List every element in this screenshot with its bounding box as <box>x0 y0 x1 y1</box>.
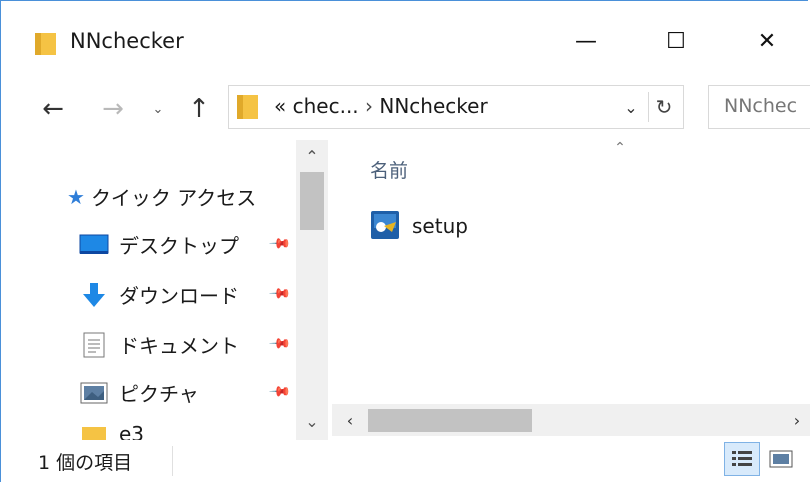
up-button[interactable]: ↑ <box>182 92 216 126</box>
item-count: 1 個の項目 <box>38 452 133 474</box>
close-button[interactable]: ✕ <box>722 12 810 70</box>
pictures-icon <box>79 380 109 406</box>
sort-indicator-icon: ⌃ <box>614 140 626 156</box>
sidebar-item-e3[interactable]: e3 <box>79 422 144 440</box>
folder-icon <box>237 95 258 119</box>
sidebar-item-downloads[interactable]: ダウンロード <box>79 280 239 309</box>
breadcrumb-overflow[interactable]: « <box>274 94 286 118</box>
navigation-pane: ★ クイック アクセス デスクトップ 📌 ダウンロード 📌 ドキュメント 📌 ピ… <box>1 140 331 440</box>
recent-locations-button[interactable]: ⌄ <box>148 96 168 122</box>
pin-icon[interactable]: 📌 <box>268 380 292 404</box>
forward-button[interactable]: → <box>96 92 130 126</box>
desktop-icon <box>79 232 109 258</box>
star-icon: ★ <box>67 184 85 209</box>
maximize-button[interactable]: ☐ <box>631 12 721 70</box>
sidebar-item-label: デスクトップ <box>119 234 239 258</box>
pin-icon[interactable]: 📌 <box>268 332 292 356</box>
setup-installer-icon[interactable] <box>370 210 400 240</box>
scroll-thumb[interactable] <box>368 409 532 432</box>
scroll-right-button[interactable]: › <box>786 408 808 432</box>
window-title: NNchecker <box>70 29 184 53</box>
scroll-down-button[interactable]: ⌄ <box>300 410 324 432</box>
column-header-name[interactable]: 名前 <box>370 156 408 183</box>
large-icons-view-button[interactable] <box>766 444 796 474</box>
address-dropdown-button[interactable]: ⌄ <box>620 95 642 119</box>
sidebar-item-label: ドキュメント <box>119 334 239 358</box>
sidebar-item-label: ピクチャ <box>119 382 199 406</box>
sidebar-item-pictures[interactable]: ピクチャ <box>79 378 199 407</box>
sidebar-item-label: e3 <box>119 422 145 440</box>
minimize-button[interactable]: — <box>541 12 631 70</box>
download-icon <box>79 282 109 308</box>
breadcrumb-separator[interactable]: › <box>365 94 373 118</box>
folder-icon <box>79 422 109 440</box>
sidebar-item-documents[interactable]: ドキュメント <box>79 330 239 359</box>
large-icons-view-icon <box>769 450 793 468</box>
documents-icon <box>79 332 109 358</box>
nav-quick-access-label: クイック アクセス <box>90 186 257 210</box>
folder-icon <box>35 33 56 55</box>
scroll-left-button[interactable]: ‹ <box>338 408 362 432</box>
sidebar-item-desktop[interactable]: デスクトップ <box>79 230 239 259</box>
search-placeholder: NNchec <box>724 95 798 117</box>
back-button[interactable]: ← <box>36 92 70 126</box>
pin-icon[interactable]: 📌 <box>268 232 292 256</box>
status-divider <box>172 446 173 476</box>
details-view-icon <box>732 451 752 466</box>
breadcrumb-item-current[interactable]: NNchecker <box>379 94 487 118</box>
nav-quick-access[interactable]: ★ クイック アクセス <box>67 182 256 211</box>
breadcrumb: « chec... › NNchecker <box>274 94 488 118</box>
refresh-button[interactable]: ↻ <box>648 92 679 122</box>
file-item-label[interactable]: setup <box>412 214 468 238</box>
sidebar-item-label: ダウンロード <box>119 284 239 308</box>
scroll-up-button[interactable]: ⌃ <box>300 146 324 166</box>
pin-icon[interactable]: 📌 <box>268 282 292 306</box>
breadcrumb-item-parent[interactable]: chec... <box>293 94 359 118</box>
scroll-thumb[interactable] <box>300 172 324 230</box>
details-view-button[interactable] <box>724 442 760 476</box>
